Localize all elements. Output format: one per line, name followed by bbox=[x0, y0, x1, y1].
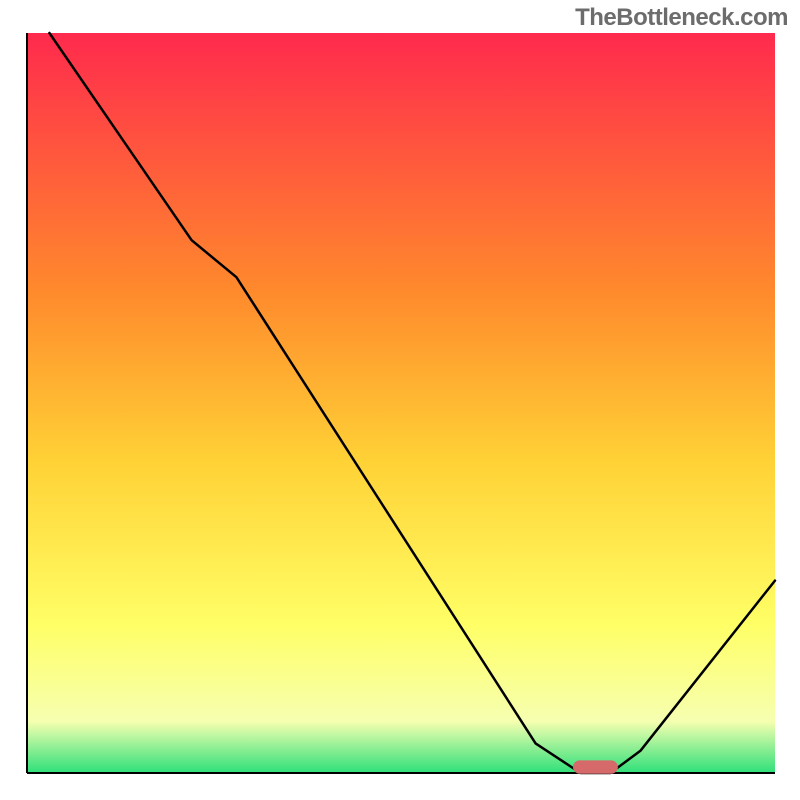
plot-background bbox=[27, 33, 775, 773]
chart-container: TheBottleneck.com bbox=[0, 0, 800, 800]
bottleneck-chart bbox=[0, 0, 800, 800]
bottleneck-marker bbox=[573, 760, 618, 773]
